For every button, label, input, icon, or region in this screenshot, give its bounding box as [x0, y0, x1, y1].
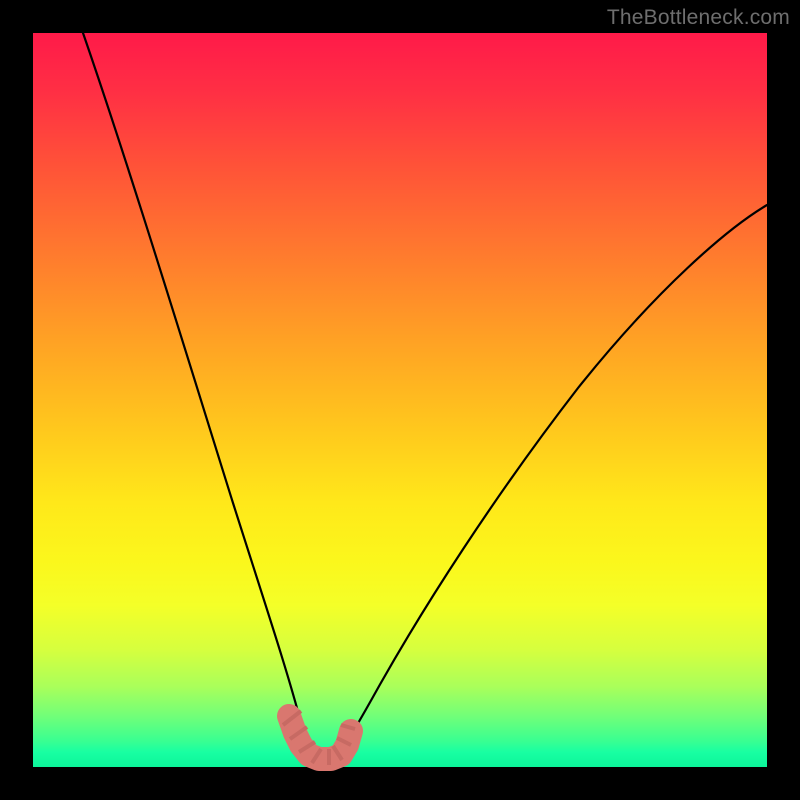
watermark-label: TheBottleneck.com: [607, 6, 790, 30]
curve-left-branch: [83, 33, 314, 764]
chart-frame: TheBottleneck.com: [0, 0, 800, 800]
curve-right-branch: [333, 205, 767, 764]
chart-overlay: [33, 33, 767, 767]
